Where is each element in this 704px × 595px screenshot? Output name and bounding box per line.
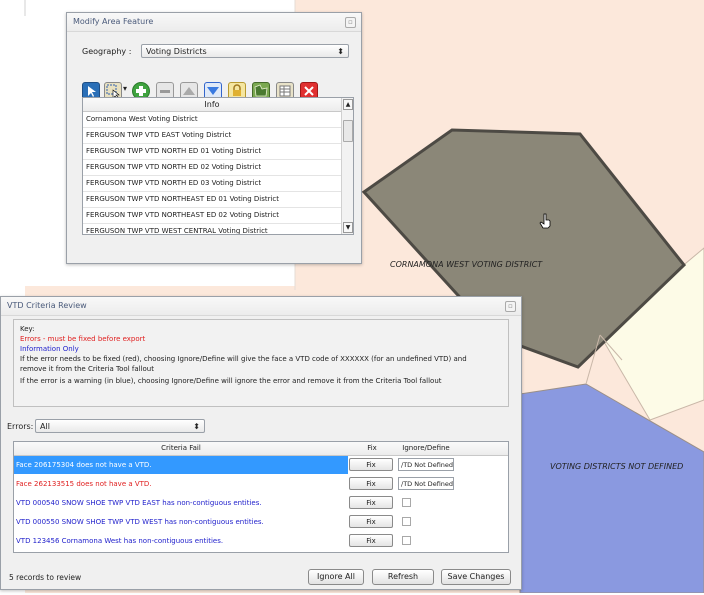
fix-button[interactable]: Fix	[349, 496, 393, 509]
criteria-text: VTD 123456 Cornamona West has non-contig…	[16, 537, 224, 545]
geography-label: Geography :	[82, 47, 132, 56]
errors-filter-select[interactable]: All ⬍	[35, 419, 205, 433]
geography-value: Voting Districts	[146, 47, 207, 56]
list-item[interactable]: FERGUSON TWP VTD EAST Voting District	[83, 128, 341, 144]
ignore-checkbox[interactable]	[402, 498, 411, 507]
column-header-criteria[interactable]: Criteria Fail	[14, 442, 348, 455]
scroll-up-icon[interactable]: ▲	[343, 99, 353, 110]
vtd-criteria-review-dialog: VTD Criteria Review ▫ Key: Errors - must…	[0, 296, 522, 590]
list-item[interactable]: FERGUSON TWP VTD NORTHEAST ED 01 Voting …	[83, 192, 341, 208]
ignore-define-field[interactable]: /TD Not Defined	[398, 458, 454, 471]
records-status: 5 records to review	[9, 573, 82, 582]
criteria-dialog-titlebar[interactable]: VTD Criteria Review ▫	[1, 297, 521, 316]
close-icon[interactable]: ▫	[345, 17, 356, 28]
save-changes-button[interactable]: Save Changes	[441, 569, 511, 585]
key-heading: Key:	[20, 325, 35, 333]
key-errors-line: Errors - must be fixed before export	[20, 335, 146, 343]
fix-button[interactable]: Fix	[349, 534, 393, 547]
close-icon[interactable]: ▫	[505, 301, 516, 312]
list-item[interactable]: Cornamona West Voting District	[83, 112, 341, 128]
list-item[interactable]: FERGUSON TWP VTD NORTH ED 03 Voting Dist…	[83, 176, 341, 192]
table-row[interactable]: Face 206175304 does not have a VTD. Fix …	[14, 456, 456, 474]
select-arrows-icon: ⬍	[193, 422, 200, 431]
key-box: Key: Errors - must be fixed before expor…	[13, 319, 509, 407]
criteria-text: VTD 000540 SNOW SHOE TWP VTD EAST has no…	[16, 499, 262, 507]
fix-button[interactable]: Fix	[349, 515, 393, 528]
info-column-header[interactable]: Info	[83, 98, 341, 112]
table-row[interactable]: VTD 000550 SNOW SHOE TWP VTD WEST has no…	[14, 513, 456, 531]
undefined-district-label: VOTING DISTRICTS NOT DEFINED	[550, 462, 684, 471]
selected-district-label: CORNAMONA WEST VOTING DISTRICT	[390, 260, 543, 269]
criteria-text: Face 206175304 does not have a VTD.	[16, 461, 152, 469]
modify-dialog-title: Modify Area Feature	[73, 17, 154, 26]
ignore-checkbox[interactable]	[402, 536, 411, 545]
table-row[interactable]: Face 262133515 does not have a VTD. Fix …	[14, 475, 456, 493]
ignore-all-button[interactable]: Ignore All	[308, 569, 364, 585]
key-fix-note-2: remove it from the Criteria Tool fallout	[20, 365, 154, 373]
fix-button[interactable]: Fix	[349, 477, 393, 490]
criteria-text: Face 262133515 does not have a VTD.	[16, 480, 152, 488]
list-item[interactable]: FERGUSON TWP VTD NORTH ED 02 Voting Dist…	[83, 160, 341, 176]
errors-filter-label: Errors:	[7, 422, 34, 431]
errors-filter-value: All	[40, 422, 50, 431]
list-item[interactable]: FERGUSON TWP VTD NORTHEAST ED 02 Voting …	[83, 208, 341, 224]
info-list-scrollbar[interactable]: ▲ ▼	[341, 98, 353, 234]
list-item[interactable]: FERGUSON TWP VTD NORTH ED 01 Voting Dist…	[83, 144, 341, 160]
key-fix-note-1: If the error needs to be fixed (red), ch…	[20, 355, 467, 363]
key-warn-note: If the error is a warning (in blue), cho…	[20, 377, 442, 385]
list-item[interactable]: FERGUSON TWP VTD WEST CENTRAL Voting Dis…	[83, 224, 341, 234]
criteria-text: VTD 000550 SNOW SHOE TWP VTD WEST has no…	[16, 518, 264, 526]
column-header-ignore[interactable]: Ignore/Define	[396, 442, 456, 455]
select-arrows-icon: ⬍	[337, 47, 344, 56]
criteria-dialog-title: VTD Criteria Review	[7, 301, 87, 310]
ignore-checkbox[interactable]	[402, 517, 411, 526]
info-list[interactable]: Info Cornamona West Voting District FERG…	[82, 97, 354, 235]
modify-dialog-titlebar[interactable]: Modify Area Feature ▫	[67, 13, 361, 32]
dropdown-arrow-icon[interactable]: ▾	[123, 84, 127, 93]
table-row[interactable]: VTD 123456 Cornamona West has non-contig…	[14, 532, 456, 550]
table-row[interactable]: VTD 000540 SNOW SHOE TWP VTD EAST has no…	[14, 494, 456, 512]
column-header-fix[interactable]: Fix	[349, 442, 395, 455]
key-info-line: Information Only	[20, 345, 79, 353]
modify-area-feature-dialog: Modify Area Feature ▫ Geography : Voting…	[66, 12, 362, 264]
criteria-table-header: Criteria Fail Fix Ignore/Define	[14, 442, 508, 456]
scroll-thumb[interactable]	[343, 120, 353, 142]
criteria-table: Criteria Fail Fix Ignore/Define Face 206…	[13, 441, 509, 553]
refresh-button[interactable]: Refresh	[372, 569, 434, 585]
fix-button[interactable]: Fix	[349, 458, 393, 471]
geography-select[interactable]: Voting Districts ⬍	[141, 44, 349, 58]
scroll-down-icon[interactable]: ▼	[343, 222, 353, 233]
ignore-define-field[interactable]: /TD Not Defined	[398, 477, 454, 490]
